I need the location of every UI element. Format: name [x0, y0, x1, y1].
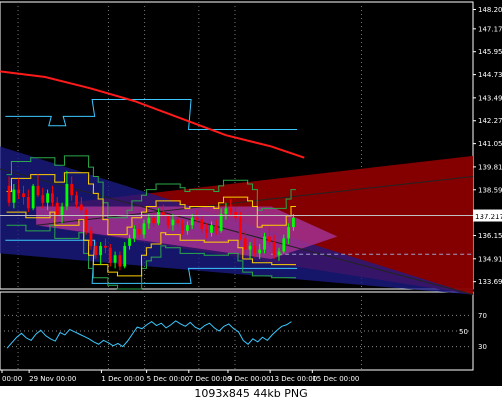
candle-body-19: [99, 245, 103, 256]
y-tick-label-9: 137.370: [478, 209, 502, 217]
candle-body-10: [55, 202, 59, 216]
image-caption: 1093x845 44kb PNG: [0, 386, 502, 402]
candle-body-34: [171, 219, 175, 226]
candle-body-12: [65, 183, 69, 207]
candle-body-53: [263, 236, 266, 250]
candle-body-5: [31, 185, 35, 209]
candle-body-16: [84, 210, 88, 231]
osc-y-tick-label-0: 70: [478, 312, 487, 320]
candle-body-47: [234, 212, 237, 218]
y-tick-label-1: 147.170: [478, 25, 502, 33]
candle-body-6: [36, 185, 40, 196]
candle-body-26: [132, 228, 136, 239]
candle-body-9: [51, 193, 54, 203]
candle-body-56: [277, 251, 281, 256]
candle-body-46: [229, 208, 233, 213]
osc-y-tick-label-1: 30: [478, 343, 487, 351]
candle-body-43: [214, 225, 218, 231]
candle-body-23: [118, 255, 122, 267]
candle-body-38: [190, 217, 194, 226]
chart-root: 137.217148.200147.170145.950144.730143.4…: [0, 0, 502, 402]
candle-body-14: [75, 195, 78, 205]
x-tick-label-2: 1 Dec 00:00: [101, 375, 144, 383]
candle-body-29: [147, 217, 151, 224]
chart-svg: 137.217148.200147.170145.950144.730143.4…: [0, 1, 502, 383]
x-tick-label-7: 15 Dec 00:00: [312, 375, 359, 383]
candle-body-36: [181, 223, 184, 231]
candle-body-44: [219, 213, 223, 231]
x-tick-label-6: 13 Dec 00:00: [270, 375, 317, 383]
candle-body-49: [243, 238, 247, 250]
candle-body-51: [253, 245, 257, 254]
candle-body-1: [12, 189, 16, 203]
candle-body-15: [79, 204, 83, 211]
x-tick-label-3: 5 Dec 00:00: [147, 375, 190, 383]
osc-level-label: 50: [459, 328, 468, 336]
y-tick-label-10: 136.150: [478, 232, 502, 240]
y-tick-label-6: 141.050: [478, 140, 502, 148]
candle-body-42: [210, 225, 213, 233]
candle-body-18: [94, 245, 98, 256]
candle-body-3: [22, 193, 25, 198]
y-tick-label-4: 143.490: [478, 94, 502, 102]
candle-body-45: [224, 208, 228, 214]
y-tick-label-11: 134.910: [478, 255, 502, 263]
candle-body-52: [258, 249, 262, 254]
candle-body-22: [113, 255, 117, 263]
candle-body-17: [89, 230, 93, 246]
candle-body-40: [200, 219, 204, 229]
candle-body-57: [282, 238, 286, 252]
candle-body-48: [239, 217, 242, 239]
candle-body-54: [267, 236, 271, 243]
candle-body-35: [176, 219, 180, 224]
candle-body-33: [166, 215, 170, 226]
y-tick-label-3: 144.730: [478, 71, 502, 79]
candle-body-27: [137, 228, 141, 235]
candle-body-25: [128, 238, 131, 246]
candle-body-58: [287, 227, 291, 239]
candle-body-37: [185, 225, 189, 231]
candle-body-59: [292, 217, 295, 228]
candle-body-21: [108, 247, 112, 263]
y-tick-label-5: 142.270: [478, 117, 502, 125]
candle-body-31: [157, 212, 160, 224]
candle-body-41: [205, 228, 209, 233]
y-tick-label-7: 139.810: [478, 163, 502, 171]
candle-body-2: [17, 189, 21, 194]
candle-body-55: [272, 242, 276, 256]
y-tick-label-0: 148.200: [478, 6, 502, 14]
x-tick-label-1: 29 Nov 00:00: [29, 375, 76, 383]
y-tick-label-2: 145.950: [478, 48, 502, 56]
candle-body-39: [195, 217, 199, 220]
x-tick-label-5: 9 Dec 00:00: [228, 375, 271, 383]
candle-body-24: [123, 245, 127, 267]
y-tick-label-12: 133.690: [478, 278, 502, 286]
candle-body-50: [248, 245, 252, 250]
candle-body-7: [41, 195, 45, 203]
candle-body-8: [46, 193, 50, 203]
candle-body-30: [152, 217, 156, 224]
candle-body-4: [26, 197, 30, 209]
candle-body-20: [104, 245, 107, 248]
candle-body-0: [7, 185, 11, 203]
candle-body-11: [60, 206, 64, 216]
candle-body-13: [70, 183, 74, 196]
x-tick-label-4: 7 Dec 00:00: [189, 375, 232, 383]
y-tick-label-8: 138.590: [478, 186, 502, 194]
candle-body-28: [142, 223, 146, 235]
x-tick-label-0: 00:00: [2, 375, 22, 383]
